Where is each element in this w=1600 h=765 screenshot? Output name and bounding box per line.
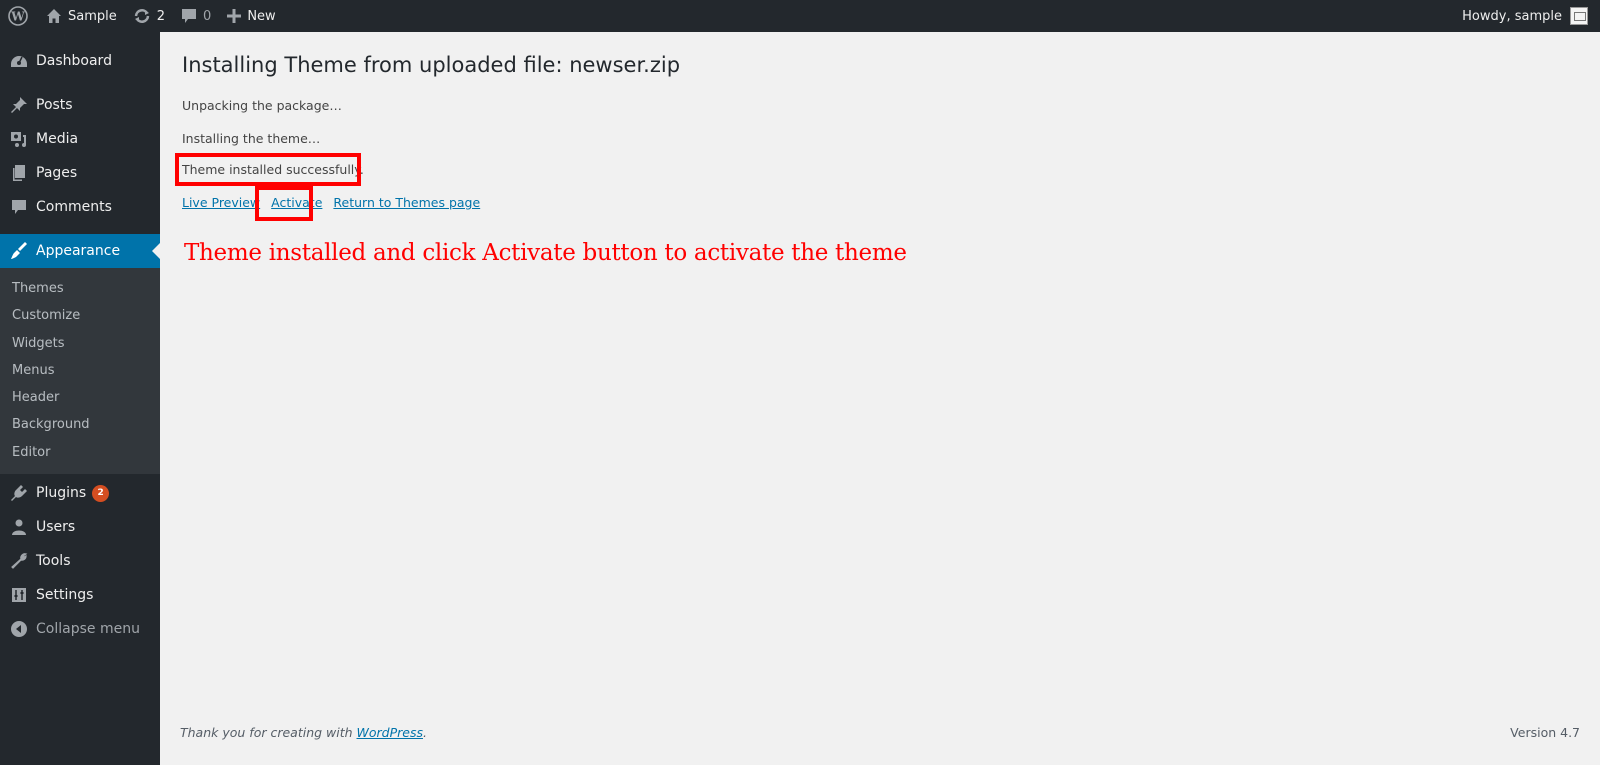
submenu-item-background[interactable]: Background (0, 411, 160, 438)
footer-period: . (423, 725, 427, 740)
menu-label: Tools (36, 553, 71, 570)
comments-count: 0 (203, 8, 212, 24)
highlight-box-success (175, 153, 361, 186)
sidebar-item-tools[interactable]: Tools (0, 544, 160, 578)
menu-label: Comments (36, 199, 112, 215)
settings-icon (9, 585, 29, 605)
annotation-text: Theme installed and click Activate butto… (184, 240, 907, 266)
svg-text:W: W (10, 10, 25, 24)
menu-label: Media (36, 131, 79, 147)
plugin-icon (9, 483, 29, 503)
page-title: Installing Theme from uploaded file: new… (182, 53, 681, 77)
menu-label: Users (36, 519, 76, 536)
return-to-themes-link[interactable]: Return to Themes page (333, 195, 480, 210)
new-content-button[interactable]: New (219, 0, 283, 32)
pages-icon (9, 163, 29, 183)
submenu-item-header[interactable]: Header (0, 384, 160, 411)
wordpress-logo-icon: W (8, 6, 28, 26)
wordpress-logo-button[interactable]: W (0, 0, 38, 32)
media-icon (9, 129, 29, 149)
step-installing: Installing the theme… (182, 131, 321, 146)
submenu-item-widgets[interactable]: Widgets (0, 330, 160, 357)
site-name-link[interactable]: Sample (38, 0, 125, 32)
comment-icon (181, 8, 197, 24)
step-unpacking: Unpacking the package… (182, 98, 342, 113)
plugins-update-badge: 2 (92, 484, 110, 502)
updates-link[interactable]: 2 (125, 0, 173, 32)
site-name: Sample (68, 8, 117, 24)
avatar (1570, 7, 1588, 25)
pin-icon (9, 95, 29, 115)
sidebar-item-settings[interactable]: Settings (0, 578, 160, 612)
home-icon (46, 8, 62, 24)
wordpress-link[interactable]: WordPress (357, 725, 423, 740)
plus-icon (227, 9, 242, 23)
menu-label: Appearance (36, 243, 121, 259)
live-preview-link[interactable]: Live Preview (182, 195, 260, 210)
admin-sidebar: Dashboard Posts Media Pages Comments App… (0, 32, 160, 765)
sidebar-item-posts[interactable]: Posts (0, 88, 160, 122)
sidebar-item-plugins[interactable]: Plugins 2 (0, 476, 160, 510)
menu-label: Plugins (36, 485, 87, 502)
sidebar-item-appearance[interactable]: Appearance (0, 234, 160, 268)
menu-label: Settings (36, 587, 94, 604)
menu-label: Pages (36, 165, 78, 181)
updates-icon (133, 8, 151, 24)
menu-label: Dashboard (36, 53, 112, 69)
menu-label: Posts (36, 97, 73, 113)
paintbrush-icon (9, 241, 29, 261)
greeting: Howdy, sample (1462, 8, 1562, 24)
wrench-icon (9, 551, 29, 571)
comments-link[interactable]: 0 (173, 0, 219, 32)
sidebar-item-pages[interactable]: Pages (0, 156, 160, 190)
footer-thanks-text: Thank you for creating with (180, 725, 357, 740)
submenu-item-editor[interactable]: Editor (0, 439, 160, 466)
dashboard-icon (9, 51, 29, 71)
install-actions: Live Preview Activate Return to Themes p… (182, 195, 480, 210)
comment-icon (9, 197, 29, 217)
menu-label: Collapse menu (36, 621, 140, 638)
sidebar-item-users[interactable]: Users (0, 510, 160, 544)
appearance-submenu: Themes Customize Widgets Menus Header Ba… (0, 268, 160, 475)
submenu-item-customize[interactable]: Customize (0, 302, 160, 329)
submenu-item-themes[interactable]: Themes (0, 275, 160, 302)
sidebar-item-dashboard[interactable]: Dashboard (0, 44, 160, 78)
collapse-menu-button[interactable]: Collapse menu (0, 612, 160, 646)
version-label: Version 4.7 (1510, 725, 1580, 740)
new-label: New (247, 8, 276, 24)
collapse-icon (9, 619, 29, 639)
footer-thanks: Thank you for creating with WordPress. (180, 725, 427, 740)
admin-bar: W Sample 2 0 New Howdy, sample (0, 0, 1600, 32)
main-content: Installing Theme from uploaded file: new… (160, 32, 1600, 765)
submenu-item-menus[interactable]: Menus (0, 357, 160, 384)
account-menu[interactable]: Howdy, sample (1462, 7, 1600, 25)
sidebar-item-media[interactable]: Media (0, 122, 160, 156)
user-icon (9, 517, 29, 537)
sidebar-item-comments[interactable]: Comments (0, 190, 160, 224)
highlight-box-activate (255, 186, 313, 221)
updates-count: 2 (156, 8, 166, 24)
